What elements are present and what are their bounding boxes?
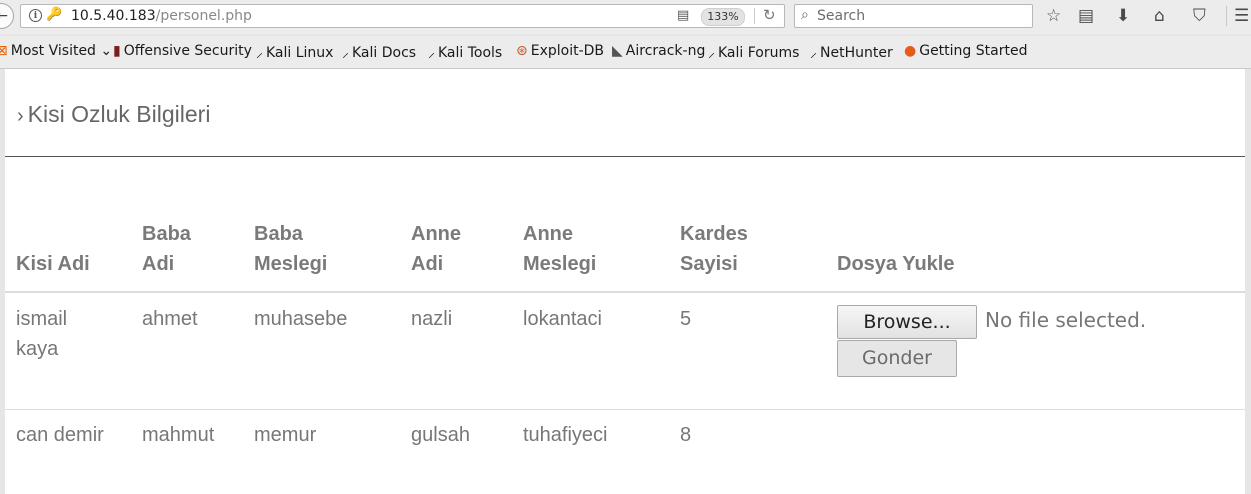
url-separator	[754, 8, 755, 24]
section-title-text: Kisi Ozluk Bilgileri	[27, 101, 211, 127]
header-text: Anne	[523, 223, 573, 245]
search-input[interactable]	[817, 6, 1027, 26]
url-text[interactable]: 10.5.40.183/personel.php	[71, 8, 252, 24]
bookmark-label: Aircrack-ng	[625, 43, 706, 59]
back-arrow-icon: ←	[0, 8, 8, 24]
header-anne-meslegi: Anne Meslegi	[523, 219, 596, 279]
chevron-right-icon: ›	[17, 105, 24, 127]
bookmark-nethunter[interactable]: ⸝ NetHunter	[810, 43, 893, 62]
kali-icon: ⸝	[342, 45, 349, 61]
firefox-icon: ●	[904, 43, 917, 59]
header-text: Sayisi	[680, 253, 738, 275]
offsec-icon: ▮	[113, 43, 121, 59]
header-baba-meslegi: Baba Meslegi	[254, 219, 327, 279]
cell-kisi-adi: ismail kaya	[16, 304, 67, 364]
bookmark-label: Offensive Security	[123, 43, 252, 59]
cell-baba-adi: ahmet	[142, 308, 198, 330]
cell-baba-meslegi: muhasebe	[254, 308, 348, 330]
cell-text: kaya	[16, 338, 59, 360]
bookmark-label: Kali Docs	[352, 45, 417, 61]
cell-anne-adi: gulsah	[411, 424, 470, 446]
header-kisi-adi: Kisi Adi	[16, 253, 90, 275]
cell-baba-meslegi: memur	[254, 424, 317, 446]
bookmark-most-visited[interactable]: ⊠ Most Visited ⌄	[0, 43, 112, 59]
bookmark-exploit-db[interactable]: ⊛ Exploit-DB	[516, 43, 604, 59]
cell-anne-adi: nazli	[411, 308, 453, 330]
header-dosya-yukle: Dosya Yukle	[837, 253, 955, 275]
header-text: Adi	[411, 253, 444, 275]
pocket-icon[interactable]: ⛉	[1193, 5, 1206, 27]
bookmark-label: Getting Started	[919, 43, 1028, 59]
browse-file-button[interactable]: Browse...	[837, 305, 977, 339]
header-kardes-sayisi: Kardes Sayisi	[680, 219, 748, 279]
rss-icon: ⊠	[0, 43, 8, 59]
url-bar[interactable]: i 🔑 10.5.40.183/personel.php ▤ 133% ↻	[20, 4, 785, 28]
header-text: Meslegi	[254, 253, 328, 275]
bookmark-label: Kali Forums	[718, 45, 800, 61]
cell-kisi-adi: can demir	[16, 424, 104, 446]
bookmark-kali-forums[interactable]: ⸝ Kali Forums	[708, 43, 799, 62]
bookmark-aircrack-ng[interactable]: ◣ Aircrack-ng	[612, 43, 705, 59]
home-icon[interactable]: ⌂	[1154, 5, 1165, 27]
chevron-down-icon: ⌄	[95, 43, 113, 59]
header-divider	[5, 291, 1245, 293]
header-text: Adi	[142, 253, 175, 275]
bookmark-star-icon[interactable]: ☆	[1046, 5, 1061, 27]
toolbar-separator	[1226, 6, 1227, 26]
kali-icon: ⸝	[810, 45, 817, 61]
reload-icon[interactable]: ↻	[763, 6, 776, 24]
cell-kardes-sayisi: 8	[680, 424, 692, 446]
kali-icon: ⸝	[256, 45, 263, 61]
exploitdb-icon: ⊛	[516, 43, 528, 59]
gonder-button[interactable]: Gonder	[837, 340, 957, 377]
bookmark-label: Exploit-DB	[530, 43, 605, 59]
url-host: 10.5.40.183	[71, 8, 156, 24]
header-baba-adi: Baba Adi	[142, 219, 191, 279]
url-path: /personel.php	[155, 8, 252, 24]
key-icon[interactable]: 🔑	[46, 7, 62, 22]
bookmark-kali-tools[interactable]: ⸝ Kali Tools	[428, 43, 502, 62]
back-button[interactable]: ←	[0, 3, 14, 29]
navigation-toolbar: ← i 🔑 10.5.40.183/personel.php ▤ 133% ↻ …	[0, 0, 1251, 34]
cell-kardes-sayisi: 5	[680, 308, 692, 330]
header-text: Baba	[254, 223, 303, 245]
header-text: Kardes	[680, 223, 748, 245]
bookmark-label: Kali Tools	[438, 45, 503, 61]
aircrack-icon: ◣	[612, 43, 623, 59]
bookmark-getting-started[interactable]: ● Getting Started	[904, 43, 1027, 59]
bookmark-label: Kali Linux	[266, 45, 334, 61]
bookmark-kali-docs[interactable]: ⸝ Kali Docs	[342, 43, 416, 62]
title-divider	[5, 156, 1245, 157]
search-bar[interactable]: ⌕	[794, 4, 1033, 28]
bookmark-label: NetHunter	[820, 45, 893, 61]
page-content: › Kisi Ozluk Bilgileri Kisi Adi Baba Adi B…	[5, 69, 1245, 494]
bookmarks-toolbar: ⊠ Most Visited ⌄ ▮ Offensive Security ⸝ Kal…	[0, 36, 1251, 69]
menu-icon[interactable]: ☰	[1234, 5, 1249, 27]
search-icon: ⌕	[801, 7, 809, 23]
downloads-icon[interactable]: ⬇	[1116, 5, 1130, 27]
header-anne-adi: Anne Adi	[411, 219, 461, 279]
reader-view-icon[interactable]: ▤	[677, 8, 689, 23]
header-text: Anne	[411, 223, 461, 245]
row-divider	[5, 409, 1245, 410]
header-text: Baba	[142, 223, 191, 245]
cell-text: ismail	[16, 308, 68, 330]
bookmark-label: Most Visited	[10, 43, 96, 59]
section-title: › Kisi Ozluk Bilgileri	[17, 101, 210, 128]
bookmark-offensive-security[interactable]: ▮ Offensive Security	[113, 43, 252, 59]
cell-baba-adi: mahmut	[142, 424, 215, 446]
kali-icon: ⸝	[708, 45, 715, 61]
reading-list-icon[interactable]: ▤	[1078, 5, 1094, 27]
bookmark-kali-linux[interactable]: ⸝ Kali Linux	[256, 43, 333, 62]
file-status-text: No file selected.	[985, 308, 1147, 332]
site-info-icon[interactable]: i	[29, 9, 42, 22]
zoom-level-badge[interactable]: 133%	[701, 8, 745, 26]
cell-anne-meslegi: lokantaci	[523, 308, 602, 330]
cell-anne-meslegi: tuhafiyeci	[523, 424, 608, 446]
header-text: Meslegi	[523, 253, 597, 275]
kali-icon: ⸝	[428, 45, 435, 61]
